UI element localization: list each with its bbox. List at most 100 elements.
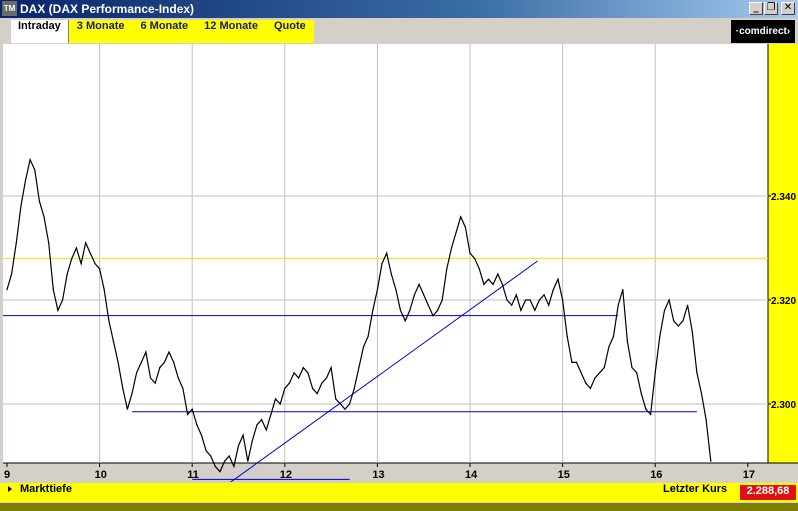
price-point	[376, 289, 378, 291]
price-chart[interactable]: 9 10 11 12 13 14 15 16 17 2.300 2.320 2.340	[0, 44, 798, 482]
price-point	[66, 273, 68, 275]
app-window: TM DAX (DAX Performance-Index) _ ❐ ✕ Int…	[0, 0, 798, 511]
price-point	[710, 460, 712, 462]
price-point	[43, 216, 45, 218]
price-point	[515, 294, 517, 296]
price-point	[640, 393, 642, 395]
range-tabs: Intraday 3 Monate 6 Monate 12 Monate Quo…	[11, 20, 314, 43]
tab-intraday[interactable]: Intraday	[11, 20, 69, 43]
price-point	[534, 309, 536, 311]
price-point	[663, 309, 666, 311]
price-point	[11, 273, 13, 275]
price-point	[650, 413, 652, 415]
price-point	[302, 367, 304, 369]
x-tick-label: 11	[187, 469, 199, 481]
x-tick-label: 10	[95, 469, 107, 481]
tab-3-monate[interactable]: 3 Monate	[69, 20, 133, 43]
price-point	[316, 393, 318, 395]
price-point	[187, 413, 189, 415]
price-point	[247, 460, 249, 462]
app-icon[interactable]: TM	[2, 1, 17, 16]
price-point	[677, 325, 679, 327]
close-button[interactable]: ✕	[781, 2, 795, 15]
price-point	[298, 377, 300, 379]
price-point	[117, 361, 119, 363]
y-tick-label: 2.300	[771, 400, 796, 411]
price-point	[575, 361, 578, 363]
price-point	[372, 309, 374, 311]
price-point	[80, 263, 82, 265]
price-point	[265, 429, 267, 431]
price-point	[418, 283, 420, 285]
price-point	[687, 304, 689, 306]
price-point	[154, 382, 156, 384]
price-point	[94, 263, 96, 265]
price-point	[344, 408, 346, 410]
price-point	[705, 419, 707, 421]
price-point	[38, 200, 41, 202]
price-point	[552, 289, 554, 291]
price-point	[34, 169, 36, 171]
price-point	[478, 268, 480, 270]
y-tick-label: 2.320	[771, 296, 796, 307]
status-bar: Markttiefe Letzter Kurs 2.288,68	[0, 483, 798, 502]
price-point	[325, 377, 328, 379]
price-point	[270, 413, 272, 415]
price-point	[460, 216, 462, 218]
price-point	[659, 335, 661, 337]
price-point	[52, 289, 54, 291]
comdirect-logo: ·comdirect›	[731, 20, 795, 43]
price-point	[358, 367, 360, 369]
price-point	[112, 341, 115, 343]
toolbar: Intraday 3 Monate 6 Monate 12 Monate Quo…	[0, 19, 798, 44]
price-point	[126, 408, 128, 410]
tab-6-monate[interactable]: 6 Monate	[132, 20, 196, 43]
price-point	[682, 320, 684, 322]
price-point	[173, 361, 175, 363]
price-point	[136, 372, 138, 374]
bottom-strip	[0, 503, 798, 511]
price-point	[487, 278, 490, 280]
price-point	[399, 309, 402, 311]
price-point	[589, 387, 592, 389]
price-point	[469, 252, 471, 254]
price-point	[274, 398, 277, 400]
price-point	[256, 424, 258, 426]
x-tick-label: 14	[465, 469, 478, 481]
price-point	[696, 372, 698, 374]
price-point	[455, 231, 457, 233]
price-point	[464, 226, 466, 228]
title-bar[interactable]: TM DAX (DAX Performance-Index) _ ❐ ✕	[0, 0, 798, 18]
markttiefe-label: Markttiefe	[20, 483, 72, 495]
price-point	[191, 408, 193, 410]
price-point	[24, 179, 27, 181]
minimize-button[interactable]: _	[749, 2, 763, 15]
price-point	[177, 377, 179, 379]
price-point	[71, 257, 73, 259]
price-point	[288, 382, 290, 384]
chart-area[interactable]: 9 10 11 12 13 14 15 16 17 2.300 2.320 2.340	[0, 44, 798, 482]
price-point	[511, 304, 513, 306]
price-point	[562, 299, 564, 301]
price-point	[75, 247, 77, 249]
price-point	[497, 273, 499, 275]
price-point	[636, 372, 638, 374]
price-point	[108, 320, 110, 322]
price-point	[210, 455, 212, 457]
price-point	[432, 315, 434, 317]
restore-button[interactable]: ❐	[764, 2, 778, 15]
price-point	[691, 330, 693, 332]
price-point	[219, 471, 221, 473]
price-point	[654, 372, 656, 374]
price-point	[381, 263, 383, 265]
x-tick-label: 12	[280, 469, 292, 481]
price-point	[228, 455, 230, 457]
price-point	[349, 403, 351, 405]
price-point	[163, 361, 165, 363]
tab-12-monate[interactable]: 12 Monate	[196, 20, 266, 43]
tab-quote[interactable]: Quote	[266, 20, 314, 43]
price-point	[233, 465, 235, 467]
price-point	[6, 289, 8, 291]
markttiefe-link[interactable]: Markttiefe	[8, 483, 72, 502]
price-point	[608, 346, 610, 348]
